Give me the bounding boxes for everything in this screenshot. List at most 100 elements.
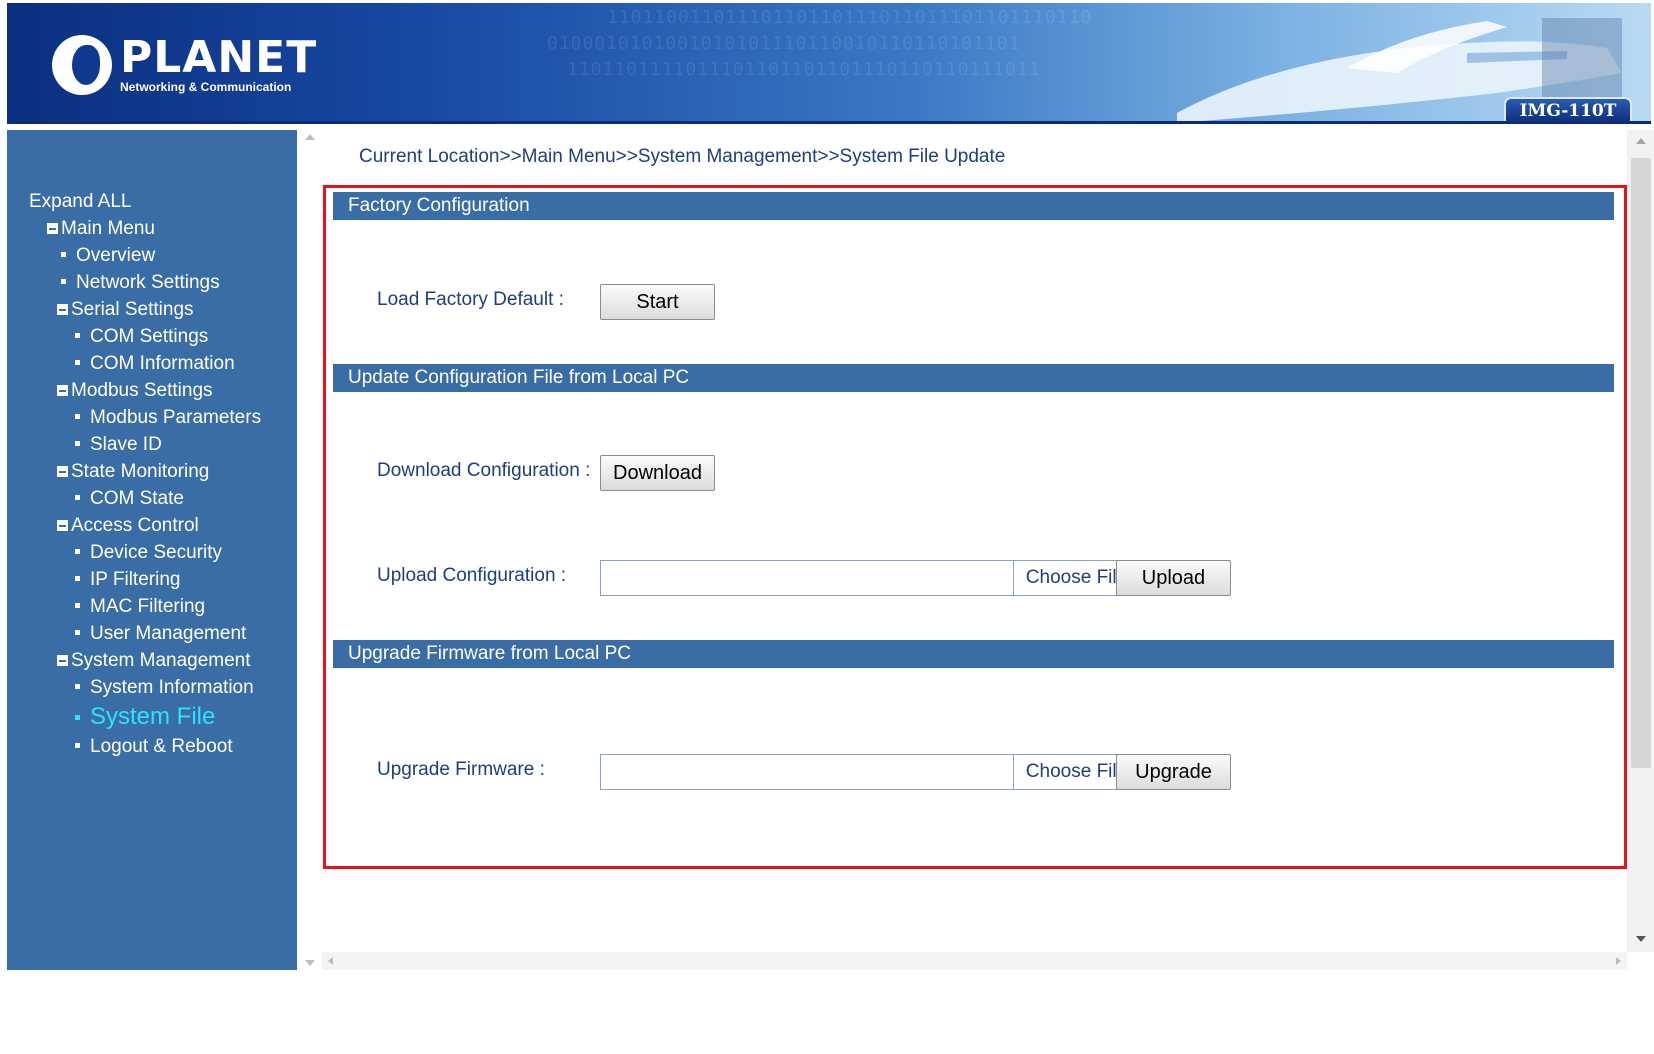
bullet-icon <box>75 333 80 338</box>
load-factory-default-label: Load Factory Default : <box>377 289 564 310</box>
collapse-icon[interactable] <box>57 655 68 666</box>
main-content: Current Location>>Main Menu>>System Mana… <box>322 130 1627 960</box>
sidebar-scrollbar[interactable] <box>297 130 322 970</box>
binary-decoration: 0100010101001010101110110010110110101101 <box>547 33 1021 54</box>
sidebar-item-label: COM Information <box>90 353 235 374</box>
sidebar-item-system-file[interactable]: System File <box>29 701 261 733</box>
sidebar-item-label: System File <box>90 703 216 730</box>
bullet-icon <box>75 743 80 748</box>
sidebar-item-label: State Monitoring <box>71 461 210 482</box>
scroll-left-arrow-icon[interactable] <box>328 957 333 965</box>
bullet-icon <box>75 603 80 608</box>
collapse-icon[interactable] <box>57 466 68 477</box>
scroll-down-arrow-icon[interactable] <box>1636 936 1646 942</box>
collapse-icon[interactable] <box>57 520 68 531</box>
sidebar-item-network-settings[interactable]: Network Settings <box>29 269 261 296</box>
bullet-icon <box>75 715 80 720</box>
sidebar-item-com-settings[interactable]: COM Settings <box>29 323 261 350</box>
sidebar-item-label: System Information <box>90 677 254 698</box>
sidebar-item-system-information[interactable]: System Information <box>29 674 261 701</box>
sidebar-item-ip-filtering[interactable]: IP Filtering <box>29 566 261 593</box>
sidebar: Expand ALL Main Menu Overview Network Se… <box>7 130 297 1050</box>
bullet-icon <box>61 252 66 257</box>
bullet-icon <box>61 279 66 284</box>
bullet-icon <box>75 630 80 635</box>
sidebar-item-label: Network Settings <box>76 272 220 293</box>
best-viewed-line: Best viewed with IE6.0 <box>28 974 210 994</box>
scroll-right-arrow-icon[interactable] <box>1616 957 1621 965</box>
sidebar-group-access-control[interactable]: Access Control <box>29 512 261 539</box>
breadcrumb: Current Location>>Main Menu>>System Mana… <box>359 146 1006 167</box>
sidebar-item-com-information[interactable]: COM Information <box>29 350 261 377</box>
collapse-icon[interactable] <box>57 304 68 315</box>
upgrade-firmware-label: Upgrade Firmware : <box>377 759 545 780</box>
upload-button[interactable]: Upload <box>1116 560 1231 596</box>
sidebar-group-system-management[interactable]: System Management <box>29 647 261 674</box>
expand-all-link[interactable]: Expand ALL <box>29 188 261 215</box>
model-badge: IMG-110T <box>1504 97 1632 122</box>
sidebar-group-serial-settings[interactable]: Serial Settings <box>29 296 261 323</box>
best-viewed-line: 1024 x 768. <box>71 1030 167 1050</box>
sidebar-item-modbus-parameters[interactable]: Modbus Parameters <box>29 404 261 431</box>
logo-text: PLANET <box>120 32 318 83</box>
start-button[interactable]: Start <box>600 284 715 320</box>
sidebar-group-modbus-settings[interactable]: Modbus Settings <box>29 377 261 404</box>
planet-logo-icon <box>52 35 112 95</box>
header-banner: 1101100110111011011011101101110110111011… <box>7 3 1651 124</box>
vertical-scrollbar[interactable] <box>1627 130 1654 952</box>
bullet-icon <box>75 684 80 689</box>
sidebar-item-label: Slave ID <box>90 434 162 455</box>
sidebar-item-overview[interactable]: Overview <box>29 242 261 269</box>
sidebar-item-user-management[interactable]: User Management <box>29 620 261 647</box>
browser-recommendation: Best viewed with IE6.0 or above at resol… <box>14 970 224 1054</box>
bullet-icon <box>75 495 80 500</box>
sidebar-item-label: Modbus Settings <box>71 380 213 401</box>
sidebar-item-label: Serial Settings <box>71 299 194 320</box>
sidebar-item-label: Main Menu <box>61 218 155 239</box>
scroll-up-arrow-icon[interactable] <box>305 134 315 140</box>
sidebar-item-label: Logout & Reboot <box>90 736 233 757</box>
sidebar-group-state-monitoring[interactable]: State Monitoring <box>29 458 261 485</box>
sidebar-item-logout-reboot[interactable]: Logout & Reboot <box>29 733 261 760</box>
firmware-file-input[interactable]: Choose File <box>600 754 1139 790</box>
file-path-field[interactable] <box>601 755 1013 789</box>
sidebar-item-label: Modbus Parameters <box>90 407 262 428</box>
sidebar-item-device-security[interactable]: Device Security <box>29 539 261 566</box>
sidebar-item-label: MAC Filtering <box>90 596 206 617</box>
sidebar-item-label: Access Control <box>71 515 199 536</box>
section-header-firmware: Upgrade Firmware from Local PC <box>333 640 1614 668</box>
sidebar-item-slave-id[interactable]: Slave ID <box>29 431 261 458</box>
sidebar-group-main-menu[interactable]: Main Menu <box>29 215 261 242</box>
download-button[interactable]: Download <box>600 455 715 491</box>
download-configuration-label: Download Configuration : <box>377 460 591 481</box>
binary-decoration: 1101101111011101101101101110110110111011 <box>567 59 1041 80</box>
sidebar-item-label: Device Security <box>90 542 222 563</box>
upload-config-file-input[interactable]: Choose File <box>600 560 1139 596</box>
file-path-field[interactable] <box>601 561 1013 595</box>
bullet-icon <box>75 414 80 419</box>
sidebar-item-mac-filtering[interactable]: MAC Filtering <box>29 593 261 620</box>
best-viewed-line: or above at resolution <box>32 1002 206 1022</box>
sidebar-item-label: COM State <box>90 488 184 509</box>
scroll-up-arrow-icon[interactable] <box>1636 138 1646 144</box>
section-header-factory: Factory Configuration <box>333 192 1614 220</box>
sidebar-item-label: COM Settings <box>90 326 209 347</box>
sidebar-item-com-state[interactable]: COM State <box>29 485 261 512</box>
sidebar-item-label: IP Filtering <box>90 569 181 590</box>
horizontal-scrollbar[interactable] <box>322 952 1627 970</box>
sidebar-item-label: System Management <box>71 650 251 671</box>
header-divider <box>7 121 1651 124</box>
sidebar-item-label: User Management <box>90 623 247 644</box>
collapse-icon[interactable] <box>57 385 68 396</box>
planet-logo: PLANET Networking & Communication <box>52 35 317 95</box>
binary-decoration: 1101100110111011011011101101110110111011… <box>607 7 1093 28</box>
upload-configuration-label: Upload Configuration : <box>377 565 567 586</box>
upgrade-button[interactable]: Upgrade <box>1116 754 1231 790</box>
bullet-icon <box>75 576 80 581</box>
section-header-update-config: Update Configuration File from Local PC <box>333 364 1614 392</box>
highlight-frame: Factory Configuration Load Factory Defau… <box>323 185 1627 869</box>
scroll-down-arrow-icon[interactable] <box>305 960 315 966</box>
bullet-icon <box>75 360 80 365</box>
scrollbar-thumb[interactable] <box>1631 158 1651 768</box>
collapse-icon[interactable] <box>47 223 58 234</box>
